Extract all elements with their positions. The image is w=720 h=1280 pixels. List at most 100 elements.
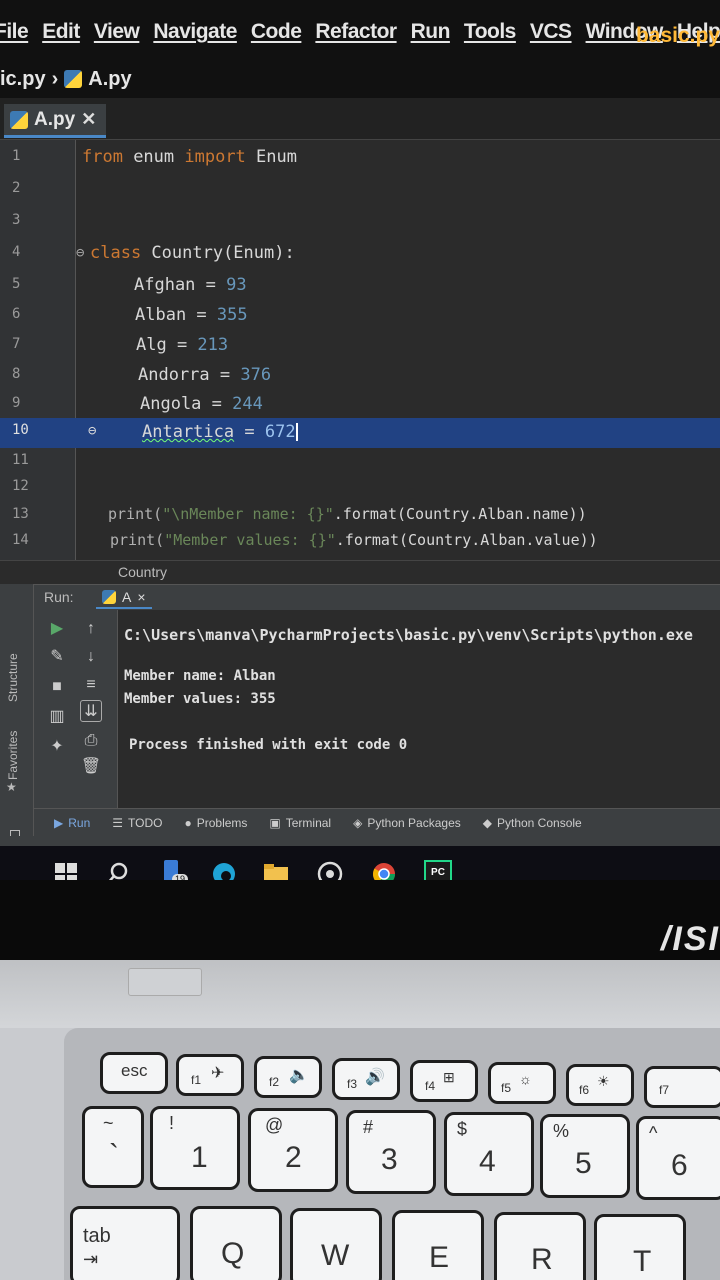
scroll-to-end-icon[interactable]: ⇊ <box>80 700 102 722</box>
arrow-up-icon[interactable]: ↑ <box>80 618 102 640</box>
key-4[interactable]: $ 4 <box>444 1112 534 1196</box>
key-q[interactable]: Q <box>190 1206 282 1280</box>
key-1[interactable]: ! 1 <box>150 1106 240 1190</box>
groove-music-icon[interactable] <box>316 860 344 880</box>
code-line[interactable]: 4 ⊖ class Country(Enum): <box>0 240 720 268</box>
key-f6[interactable]: f6 ☀ <box>566 1064 634 1106</box>
key-label: tab <box>83 1225 111 1247</box>
code-editor[interactable]: 1 from enum import Enum 2 3 4 ⊖ class Co… <box>0 140 720 560</box>
console-command: C:\Users\manva\PycharmProjects\basic.py\… <box>124 626 693 644</box>
tab-terminal[interactable]: ▣ Terminal <box>269 816 331 830</box>
line-number: 13 <box>12 506 29 522</box>
trash-icon[interactable]: 🗑 <box>80 756 102 778</box>
file-explorer-icon[interactable] <box>262 860 290 880</box>
run-tab-label: A <box>122 589 132 605</box>
menu-vcs[interactable]: VCS <box>530 20 572 44</box>
tab-problems[interactable]: ● Problems <box>184 816 247 830</box>
key-tab[interactable]: tab ⇥ <box>70 1206 180 1280</box>
star-icon: ★ <box>6 780 17 794</box>
chevron-right-icon: › <box>51 67 59 90</box>
tab-label: Run <box>68 815 91 830</box>
laptop-screen: File Edit View Navigate Code Refactor Ru… <box>0 0 720 880</box>
code-line[interactable]: 3 <box>0 208 720 236</box>
line-number: 7 <box>12 336 21 352</box>
code-line[interactable]: 1 from enum import Enum <box>0 144 720 172</box>
stop-icon[interactable]: ■ <box>46 676 68 698</box>
scope-label[interactable]: Country <box>118 564 167 580</box>
soft-wrap-icon[interactable]: ≡ <box>80 674 102 696</box>
code-line[interactable]: 7 Alg = 213 <box>0 332 720 360</box>
import-name: Enum <box>245 147 297 167</box>
key-6[interactable]: ^ 6 <box>636 1116 720 1200</box>
code-line[interactable]: 9 Angola = 244 <box>0 391 720 419</box>
play-icon[interactable]: ▶ <box>46 618 68 640</box>
key-f1[interactable]: f1 ✈ <box>176 1054 244 1096</box>
line-number: 2 <box>12 180 21 196</box>
pycharm-icon[interactable]: PC <box>424 860 452 880</box>
python-file-icon <box>10 110 28 129</box>
key-w[interactable]: W <box>290 1208 382 1280</box>
chrome-icon[interactable] <box>370 860 398 880</box>
key-5[interactable]: % 5 <box>540 1114 630 1198</box>
code-line[interactable]: 13 print("\nMember name: {}".format(Coun… <box>0 502 720 530</box>
key-r[interactable]: R <box>494 1212 586 1280</box>
key-f3[interactable]: f3 🔊 <box>332 1058 400 1100</box>
run-console-output[interactable]: C:\Users\manva\PycharmProjects\basic.py\… <box>118 610 720 808</box>
edge-browser-icon[interactable] <box>210 860 238 880</box>
wrench-icon[interactable]: ✎ <box>46 646 68 668</box>
search-icon[interactable] <box>104 860 132 880</box>
project-name[interactable]: basic.py <box>636 24 720 48</box>
key-f5[interactable]: f5 ☼ <box>488 1062 556 1104</box>
tab-todo[interactable]: ☰ TODO <box>112 816 162 830</box>
breadcrumb-parent[interactable]: ic.py <box>0 68 46 91</box>
code-line[interactable]: 11 <box>0 448 720 476</box>
menu-view[interactable]: View <box>94 20 140 44</box>
menu-file[interactable]: File <box>0 20 29 44</box>
key-f4[interactable]: f4 ⊞ <box>410 1060 478 1102</box>
windows-start-icon[interactable] <box>52 860 80 880</box>
code-line[interactable]: 2 <box>0 176 720 204</box>
key-3[interactable]: # 3 <box>346 1110 436 1194</box>
structure-tab[interactable]: Structure <box>6 653 20 702</box>
code-line-current[interactable]: 10 ⊖ Antartica = 672 <box>0 418 720 448</box>
arrow-down-icon[interactable]: ↓ <box>80 646 102 668</box>
fold-icon[interactable]: ⊖ <box>76 245 84 261</box>
tab-run[interactable]: ▶ Run <box>54 816 90 830</box>
tab-python-console[interactable]: ◆ Python Console <box>483 816 582 830</box>
code-line[interactable]: 5 Afghan = 93 <box>0 272 720 300</box>
task-view-icon[interactable]: 19 <box>162 860 190 880</box>
key-2[interactable]: @ 2 <box>248 1108 338 1192</box>
key-f2[interactable]: f2 🔈 <box>254 1056 322 1098</box>
keyword: class <box>90 243 142 263</box>
menu-code[interactable]: Code <box>251 20 302 44</box>
key-e[interactable]: E <box>392 1210 484 1280</box>
menu-tools[interactable]: Tools <box>464 20 516 44</box>
menu-run[interactable]: Run <box>411 20 451 44</box>
breadcrumb-file[interactable]: A.py <box>88 68 131 91</box>
tab-a-py[interactable]: A.py ✕ <box>4 104 107 138</box>
bottom-tool-tabs: ▶ Run ☰ TODO ● Problems ▣ Terminal ◈ Python P… <box>34 808 720 836</box>
code-line[interactable]: 12 <box>0 474 720 502</box>
favorites-tab[interactable]: Favorites <box>6 731 20 780</box>
play-icon: ▶ <box>54 815 64 830</box>
print-icon[interactable]: ⎙ <box>80 730 102 752</box>
member-value: 213 <box>197 335 229 355</box>
tab-python-packages[interactable]: ◈ Python Packages <box>353 816 461 830</box>
menu-edit[interactable]: Edit <box>42 20 80 44</box>
key-esc[interactable]: esc <box>100 1052 168 1094</box>
assign-operator: = <box>234 422 265 442</box>
layout-icon[interactable]: ▥ <box>46 706 68 728</box>
key-t[interactable]: T <box>594 1214 686 1280</box>
pin-icon[interactable]: ✦ <box>46 736 68 758</box>
key-f7[interactable]: f7 <box>644 1066 720 1108</box>
menu-refactor[interactable]: Refactor <box>315 20 397 44</box>
key-backtick[interactable]: ~ ` <box>82 1106 144 1188</box>
menu-navigate[interactable]: Navigate <box>153 20 237 44</box>
run-tab-a[interactable]: A × <box>96 587 152 609</box>
close-icon[interactable]: ✕ <box>81 109 96 130</box>
code-line[interactable]: 8 Andorra = 376 <box>0 362 720 390</box>
key-label: 5 <box>575 1147 592 1180</box>
code-line[interactable]: 6 Alban = 355 <box>0 302 720 330</box>
close-icon[interactable]: × <box>137 589 145 605</box>
code-line[interactable]: 14 print("Member values: {}".format(Coun… <box>0 528 720 556</box>
